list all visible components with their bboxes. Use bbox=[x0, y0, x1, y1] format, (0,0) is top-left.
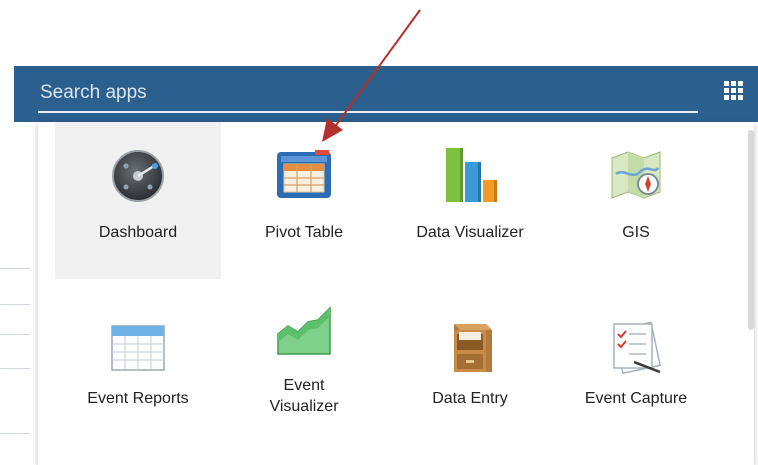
background-divider bbox=[0, 268, 30, 269]
app-label: Pivot Table bbox=[265, 224, 343, 241]
checklist-icon bbox=[612, 321, 662, 375]
search-input[interactable] bbox=[38, 79, 680, 107]
apps-header bbox=[14, 66, 758, 122]
app-label: GIS bbox=[622, 224, 650, 241]
grid-icon[interactable] bbox=[722, 79, 748, 105]
pivot-table-icon bbox=[277, 150, 331, 198]
app-tile-gis[interactable]: GIS bbox=[553, 122, 719, 279]
background-divider bbox=[0, 433, 30, 434]
search-box bbox=[38, 75, 698, 113]
file-cabinet-icon bbox=[454, 324, 492, 372]
app-tile-dashboard[interactable]: Dashboard bbox=[55, 122, 221, 279]
app-tile-event-capture[interactable]: Event Capture bbox=[553, 294, 719, 451]
apps-menu-panel: Dashboard Pivot Table Data Visualizer GI… bbox=[38, 122, 754, 465]
app-label: Dashboard bbox=[98, 224, 178, 241]
app-tile-event-visualizer[interactable]: Event Visualizer bbox=[221, 294, 387, 451]
app-tile-pivot-table[interactable]: Pivot Table bbox=[221, 122, 387, 279]
app-label: Event Capture bbox=[584, 390, 688, 407]
map-icon bbox=[611, 151, 661, 199]
app-tile-event-reports[interactable]: Event Reports bbox=[55, 294, 221, 451]
app-label: Data Entry bbox=[432, 390, 508, 407]
app-tile-data-visualizer[interactable]: Data Visualizer bbox=[387, 122, 553, 279]
area-chart-icon bbox=[277, 306, 331, 355]
app-tile-data-entry[interactable]: Data Entry bbox=[387, 294, 553, 451]
background-divider bbox=[0, 304, 30, 305]
dashboard-icon bbox=[112, 150, 164, 202]
scrollbar[interactable] bbox=[748, 130, 754, 330]
background-divider bbox=[0, 334, 30, 335]
background-divider bbox=[0, 368, 30, 369]
app-label: Event Reports bbox=[87, 390, 189, 407]
spreadsheet-icon bbox=[111, 325, 165, 371]
app-label: Data Visualizer bbox=[416, 224, 524, 241]
app-label: Event Visualizer bbox=[269, 377, 339, 415]
bar-chart-icon bbox=[446, 148, 497, 202]
